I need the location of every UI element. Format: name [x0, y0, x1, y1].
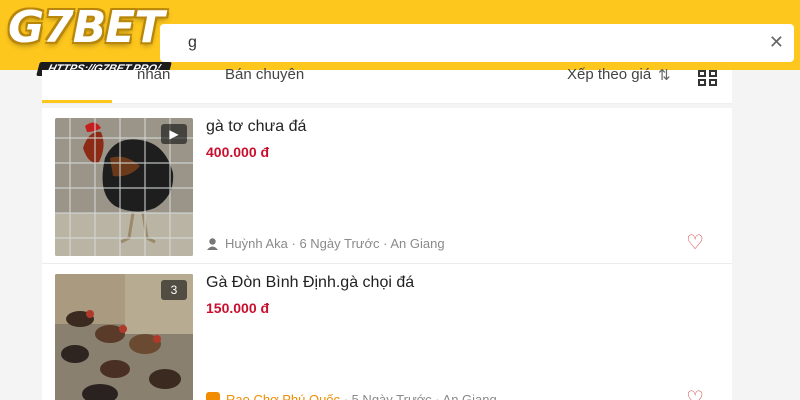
close-icon[interactable]: ✕ — [769, 32, 784, 53]
video-play-icon: ▶ — [161, 124, 187, 144]
active-tab-indicator — [42, 100, 112, 103]
listing-meta: Rao Chợ Phú Quốc · 5 Ngày Trước · An Gia… — [206, 392, 497, 400]
heart-icon[interactable]: ♡ — [686, 386, 704, 400]
grid-view-icon[interactable] — [698, 70, 720, 86]
list-item[interactable]: 3 Gà Đòn Bình Định.gà chọi đá 150.000 đ … — [42, 264, 732, 400]
tab-bar: nhân Bán chuyên Xếp theo giá ⇅ — [42, 66, 732, 104]
listing-meta: Huỳnh Aka · 6 Ngày Trước · An Giang — [206, 236, 445, 251]
location: An Giang — [442, 392, 497, 400]
seller-name: Huỳnh Aka — [225, 236, 288, 251]
user-icon — [207, 238, 218, 250]
sort-arrows-icon[interactable]: ⇅ — [658, 66, 671, 84]
listing-price: 150.000 đ — [206, 300, 270, 316]
posted-time: 6 Ngày Trước — [299, 236, 380, 251]
tab-ban-chuyen[interactable]: Bán chuyên — [225, 66, 304, 83]
search-input[interactable]: g ✕ — [160, 24, 794, 62]
location: An Giang — [390, 236, 445, 251]
seller-name: Rao Chợ Phú Quốc — [226, 392, 341, 400]
list-item[interactable]: ▶ gà tơ chưa đá 400.000 đ Huỳnh Aka · 6 … — [42, 108, 732, 264]
logo-text: G7BET — [8, 2, 164, 53]
listing-list: ▶ gà tơ chưa đá 400.000 đ Huỳnh Aka · 6 … — [42, 108, 732, 400]
sort-by-price[interactable]: Xếp theo giá — [567, 66, 651, 83]
photo-count-badge: 3 — [161, 280, 187, 300]
heart-icon[interactable]: ♡ — [686, 230, 704, 255]
listing-price: 400.000 đ — [206, 144, 270, 160]
listing-title[interactable]: Gà Đòn Bình Định.gà chọi đá — [206, 274, 414, 292]
listing-photo[interactable]: 3 — [55, 274, 193, 400]
listing-photo[interactable]: ▶ — [55, 118, 193, 256]
shop-icon — [206, 392, 220, 400]
posted-time: 5 Ngày Trước — [351, 392, 432, 400]
tab-ca-nhan[interactable]: nhân — [137, 66, 170, 83]
listing-title[interactable]: gà tơ chưa đá — [206, 118, 306, 136]
